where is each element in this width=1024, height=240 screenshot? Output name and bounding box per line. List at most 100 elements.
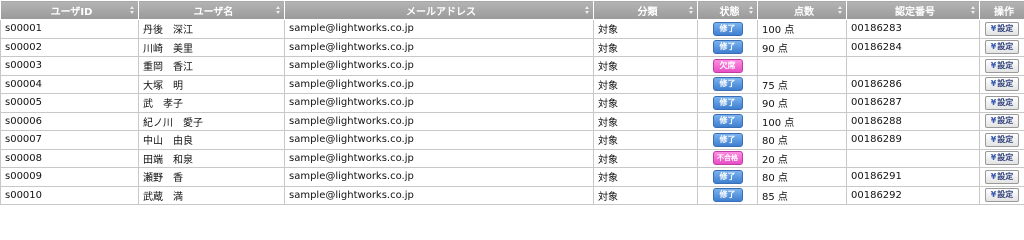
- col-header-label: 状態: [719, 6, 740, 18]
- table-row: s00007 中山 由良 sample@lightworks.co.jp 対象 修了 80…: [0, 130, 1024, 150]
- cell-score: 100 点: [757, 111, 847, 131]
- status-badge: 修了: [712, 169, 743, 184]
- settings-button-label: 設定: [997, 190, 1014, 200]
- cell-cert-number: 00186287: [846, 93, 980, 113]
- status-badge: 欠席: [712, 58, 743, 73]
- cell-user-id: s00008: [0, 148, 139, 168]
- cell-cert-number: 00186289: [846, 130, 980, 150]
- col-header-score[interactable]: 点数: [757, 0, 847, 20]
- col-header-cert-number[interactable]: 認定番号: [846, 0, 980, 20]
- settings-button[interactable]: ¥設定: [985, 58, 1019, 73]
- settings-button[interactable]: ¥設定: [985, 95, 1019, 110]
- col-header-email[interactable]: メールアドレス: [284, 0, 594, 20]
- cell-user-id: s00003: [0, 56, 139, 76]
- cell-user-name: 田端 和泉: [138, 148, 285, 168]
- cell-email: sample@lightworks.co.jp: [284, 93, 594, 113]
- cell-user-id: s00002: [0, 37, 139, 57]
- wrench-icon: ¥: [990, 79, 997, 89]
- sort-icon: [838, 6, 842, 15]
- status-badge: 修了: [712, 40, 743, 55]
- col-header-label: ユーザID: [50, 6, 93, 18]
- sort-icon: [130, 6, 134, 15]
- cell-operation: ¥設定: [979, 130, 1024, 150]
- cell-status: 欠席: [697, 56, 758, 76]
- status-badge: 不合格: [712, 151, 743, 166]
- col-header-user-id[interactable]: ユーザID: [0, 0, 139, 20]
- cell-operation: ¥設定: [979, 93, 1024, 113]
- wrench-icon: ¥: [990, 23, 997, 33]
- status-badge: 修了: [712, 114, 743, 129]
- cell-user-id: s00005: [0, 93, 139, 113]
- table-row: s00008 田端 和泉 sample@lightworks.co.jp 対象 不合格 2…: [0, 148, 1024, 168]
- wrench-icon: ¥: [990, 60, 997, 70]
- settings-button[interactable]: ¥設定: [985, 21, 1019, 36]
- status-badge: 修了: [712, 77, 743, 92]
- cell-cert-number: 00186284: [846, 37, 980, 57]
- settings-button-label: 設定: [997, 134, 1014, 144]
- cell-operation: ¥設定: [979, 56, 1024, 76]
- cell-status: 修了: [697, 74, 758, 94]
- cell-cert-number: 00186283: [846, 19, 980, 39]
- cell-user-name: 中山 由良: [138, 130, 285, 150]
- wrench-icon: ¥: [990, 97, 997, 107]
- settings-button-label: 設定: [997, 42, 1014, 52]
- cell-category: 対象: [593, 167, 698, 187]
- cell-score: [757, 56, 847, 76]
- wrench-icon: ¥: [990, 190, 997, 200]
- cell-cert-number: 00186292: [846, 185, 980, 205]
- cell-status: 修了: [697, 167, 758, 187]
- cell-email: sample@lightworks.co.jp: [284, 130, 594, 150]
- cell-cert-number: 00186288: [846, 111, 980, 131]
- settings-button[interactable]: ¥設定: [985, 77, 1019, 92]
- col-header-user-name[interactable]: ユーザ名: [138, 0, 285, 20]
- col-header-label: 分類: [637, 6, 658, 18]
- cell-user-id: s00004: [0, 74, 139, 94]
- settings-button[interactable]: ¥設定: [985, 114, 1019, 129]
- settings-button-label: 設定: [997, 116, 1014, 126]
- cell-user-id: s00010: [0, 185, 139, 205]
- cell-user-name: 大塚 明: [138, 74, 285, 94]
- cell-status: 修了: [697, 111, 758, 131]
- col-header-operation: 操作: [979, 0, 1024, 20]
- cell-user-name: 丹後 深江: [138, 19, 285, 39]
- cell-cert-number: 00186291: [846, 167, 980, 187]
- settings-button[interactable]: ¥設定: [985, 151, 1019, 166]
- cell-category: 対象: [593, 111, 698, 131]
- cell-email: sample@lightworks.co.jp: [284, 167, 594, 187]
- wrench-icon: ¥: [990, 153, 997, 163]
- settings-button[interactable]: ¥設定: [985, 40, 1019, 55]
- cell-email: sample@lightworks.co.jp: [284, 185, 594, 205]
- wrench-icon: ¥: [990, 134, 997, 144]
- cell-user-name: 武蔵 満: [138, 185, 285, 205]
- cell-category: 対象: [593, 93, 698, 113]
- table-row: s00006 紀ノ川 愛子 sample@lightworks.co.jp 対象 修了 1…: [0, 111, 1024, 131]
- cell-score: 90 点: [757, 37, 847, 57]
- cell-category: 対象: [593, 37, 698, 57]
- col-header-category[interactable]: 分類: [593, 0, 698, 20]
- table-row: s00003 重岡 香江 sample@lightworks.co.jp 対象 欠席 ¥設…: [0, 56, 1024, 76]
- cell-cert-number: [846, 56, 980, 76]
- cell-operation: ¥設定: [979, 37, 1024, 57]
- col-header-label: 点数: [794, 6, 814, 18]
- sort-icon: [585, 6, 589, 15]
- wrench-icon: ¥: [990, 42, 997, 52]
- col-header-label: ユーザ名: [193, 6, 234, 18]
- cell-score: 80 点: [757, 130, 847, 150]
- cell-email: sample@lightworks.co.jp: [284, 19, 594, 39]
- cell-status: 修了: [697, 37, 758, 57]
- table-body: s00001 丹後 深江 sample@lightworks.co.jp 対象 修了 10…: [0, 19, 1024, 205]
- table-row: s00005 武 孝子 sample@lightworks.co.jp 対象 修了 90 …: [0, 93, 1024, 113]
- cell-operation: ¥設定: [979, 19, 1024, 39]
- settings-button-label: 設定: [997, 171, 1014, 181]
- cell-category: 対象: [593, 185, 698, 205]
- settings-button[interactable]: ¥設定: [985, 188, 1019, 203]
- cell-user-id: s00001: [0, 19, 139, 39]
- cell-email: sample@lightworks.co.jp: [284, 111, 594, 131]
- cell-email: sample@lightworks.co.jp: [284, 74, 594, 94]
- cell-operation: ¥設定: [979, 74, 1024, 94]
- cell-status: 修了: [697, 185, 758, 205]
- cell-cert-number: 00186286: [846, 74, 980, 94]
- col-header-status[interactable]: 状態: [697, 0, 758, 20]
- settings-button[interactable]: ¥設定: [985, 169, 1019, 184]
- settings-button[interactable]: ¥設定: [985, 132, 1019, 147]
